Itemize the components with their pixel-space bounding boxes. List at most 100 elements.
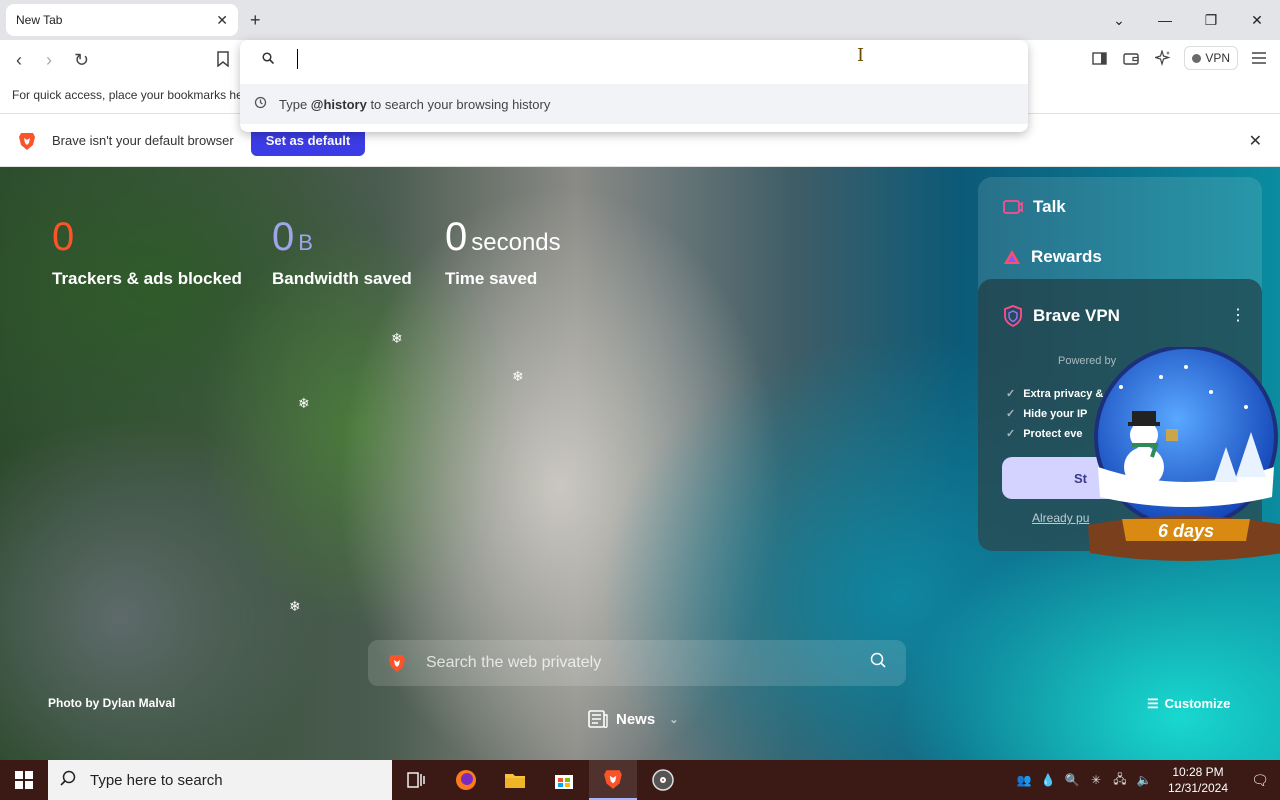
vpn-already-purchased-link[interactable]: Already pu (1032, 511, 1089, 525)
photo-credit[interactable]: Photo by Dylan Malval (48, 696, 175, 710)
omnibox-dropdown: Type @history to search your browsing hi… (240, 40, 1028, 132)
microsoft-store-icon[interactable] (540, 760, 588, 800)
stat-time: 0 seconds Time saved (445, 217, 561, 289)
infobar-message: Brave isn't your default browser (52, 133, 234, 148)
ntp-search-placeholder: Search the web privately (426, 654, 602, 671)
close-window-button[interactable]: ✕ (1234, 0, 1280, 40)
network-icon[interactable]: 🖧 (1108, 770, 1132, 791)
stat-time-unit: seconds (471, 229, 561, 256)
right-toolbar: VPN (1088, 46, 1270, 70)
text-cursor-icon: I (857, 45, 865, 66)
task-view-icon[interactable] (392, 760, 440, 800)
search-icon (60, 770, 76, 791)
talk-icon (1003, 200, 1023, 214)
customize-label: Customize (1164, 696, 1231, 711)
snowflake-icon: ❄ (289, 598, 301, 614)
search-tray-icon[interactable]: 🔍 (1060, 773, 1084, 787)
stat-bandwidth-value: 0 (272, 215, 295, 259)
tab-search-chevron-icon[interactable]: ⌄ (1096, 0, 1142, 40)
tab-close-icon[interactable]: ✕ (216, 12, 228, 29)
tab-new-tab[interactable]: New Tab ✕ (6, 4, 238, 36)
firefox-icon[interactable] (442, 760, 490, 800)
clock-date: 12/31/2024 (1167, 781, 1229, 795)
ntp-search-box[interactable]: Search the web privately (368, 640, 906, 686)
forward-button[interactable]: › (46, 50, 52, 71)
new-tab-button[interactable]: + (250, 10, 261, 31)
talk-widget[interactable]: Talk (1003, 197, 1066, 217)
restore-button[interactable]: ❐ (1188, 0, 1234, 40)
vpn-button[interactable]: VPN (1184, 46, 1238, 70)
brave-taskbar-icon[interactable] (589, 760, 637, 800)
clock-time: 10:28 PM (1172, 765, 1224, 779)
stat-time-label: Time saved (445, 269, 538, 288)
windows-taskbar: Type here to search 👥 💧 🔍 ✳ 🖧 🔈 10:28 PM… (0, 760, 1280, 800)
vpn-status-icon (1192, 53, 1202, 63)
search-icon[interactable] (870, 652, 886, 673)
windows-logo-icon (15, 771, 33, 789)
suggestion-prefix: Type (279, 96, 311, 112)
reload-button[interactable]: ↻ (74, 50, 89, 71)
media-player-icon[interactable] (639, 760, 687, 800)
infobar-close-icon[interactable]: ✕ (1249, 131, 1262, 151)
check-icon: ✓ (1006, 408, 1016, 420)
droplet-icon[interactable]: 💧 (1036, 773, 1060, 787)
minimize-button[interactable]: — (1142, 0, 1188, 40)
snowflake-icon: ❄ (391, 330, 403, 346)
leo-ai-icon[interactable] (1152, 47, 1174, 69)
tab-title: New Tab (16, 13, 63, 27)
vpn-label: VPN (1205, 51, 1230, 65)
suggestion-suffix: to search your browsing history (366, 96, 551, 112)
omnibox-input[interactable] (297, 49, 298, 69)
brave-lion-icon (19, 132, 35, 150)
stat-trackers: 0 Trackers & ads blocked (52, 217, 242, 289)
menu-icon[interactable] (1248, 47, 1270, 69)
new-tab-page: 0 Trackers & ads blocked 0B Bandwidth sa… (0, 167, 1280, 760)
people-icon[interactable]: 👥 (1012, 773, 1036, 787)
stat-trackers-label: Trackers & ads blocked (52, 269, 242, 288)
clock[interactable]: 10:28 PM 12/31/2024 (1156, 764, 1240, 796)
window-controls: ⌄ — ❐ ✕ (1096, 0, 1280, 40)
snowflake-icon: ❄ (298, 395, 310, 411)
stat-time-value: 0 (445, 215, 468, 259)
start-button[interactable] (0, 760, 48, 800)
volume-icon[interactable]: 🔈 (1132, 773, 1156, 787)
back-button[interactable]: ‹ (16, 50, 22, 71)
bookmark-icon[interactable] (216, 51, 230, 72)
vpn-feature-text: Hide your IP (1023, 408, 1088, 420)
tab-strip: New Tab ✕ + ⌄ — ❐ ✕ (0, 0, 1280, 40)
vpn-feature: ✓ Protect eve (1006, 427, 1083, 440)
sidebar-icon[interactable] (1088, 47, 1110, 69)
vpn-card-title: Brave VPN (1003, 305, 1120, 327)
taskbar-search-placeholder: Type here to search (90, 771, 223, 789)
rewards-label: Rewards (1031, 247, 1102, 266)
notification-icon[interactable]: 🗨 (1240, 772, 1280, 789)
search-icon (262, 51, 275, 67)
check-icon: ✓ (1006, 428, 1016, 440)
rewards-icon (1004, 250, 1020, 264)
news-button[interactable]: News ⌄ (588, 710, 678, 728)
vpn-feature: ✓ Hide your IP (1006, 407, 1087, 420)
history-suggestion[interactable]: Type @history to search your browsing hi… (240, 84, 1028, 124)
bluetooth-icon[interactable]: ✳ (1084, 773, 1108, 787)
wallet-icon[interactable] (1120, 47, 1142, 69)
system-tray: 👥 💧 🔍 ✳ 🖧 🔈 10:28 PM 12/31/2024 🗨 (1012, 760, 1280, 800)
vpn-shield-icon (1004, 305, 1022, 327)
rewards-widget[interactable]: Rewards (1003, 247, 1102, 267)
snowflake-icon: ❄ (512, 368, 524, 384)
vpn-feature-text: Protect eve (1023, 428, 1083, 440)
snow-globe-countdown[interactable]: 6 days (1086, 347, 1280, 577)
vpn-card-more-icon[interactable]: ⋮ (1230, 305, 1246, 325)
sliders-icon: ☰ (1147, 696, 1159, 711)
chevron-down-icon: ⌄ (669, 713, 679, 726)
brave-lion-icon (389, 655, 405, 672)
talk-label: Talk (1033, 197, 1066, 216)
news-icon (588, 710, 608, 728)
file-explorer-icon[interactable] (491, 760, 539, 800)
customize-button[interactable]: ☰ Customize (1147, 696, 1230, 712)
news-label: News (616, 710, 656, 728)
taskbar-search[interactable]: Type here to search (48, 760, 392, 800)
stat-bandwidth-label: Bandwidth saved (272, 269, 412, 288)
vpn-card-title-text: Brave VPN (1033, 306, 1120, 325)
check-icon: ✓ (1006, 388, 1016, 400)
stat-bandwidth-unit: B (298, 230, 313, 255)
